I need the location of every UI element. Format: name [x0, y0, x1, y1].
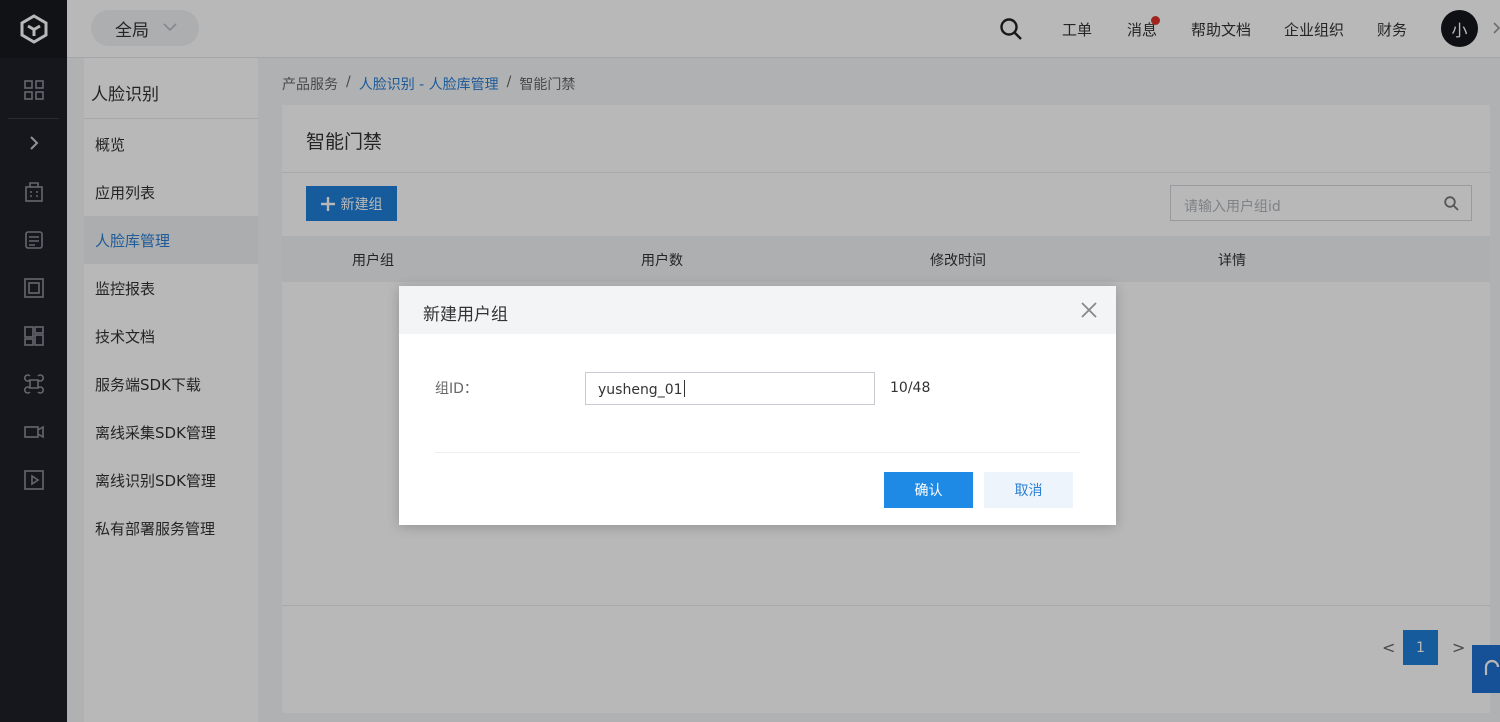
group-id-label: 组ID：: [435, 381, 478, 397]
divider: [435, 452, 1080, 453]
new-group-dialog: 新建用户组 组ID： yusheng_01 10/48 确认 取消: [399, 286, 1116, 525]
dialog-header: 新建用户组: [399, 286, 1116, 334]
group-id-value: yusheng_01: [598, 382, 683, 398]
group-id-input[interactable]: yusheng_01: [585, 372, 875, 405]
confirm-button[interactable]: 确认: [884, 472, 973, 508]
dialog-title: 新建用户组: [423, 305, 508, 325]
text-caret: [683, 380, 685, 397]
close-icon[interactable]: [1081, 302, 1097, 318]
cancel-button[interactable]: 取消: [984, 472, 1073, 508]
char-counter: 10/48: [890, 380, 931, 396]
